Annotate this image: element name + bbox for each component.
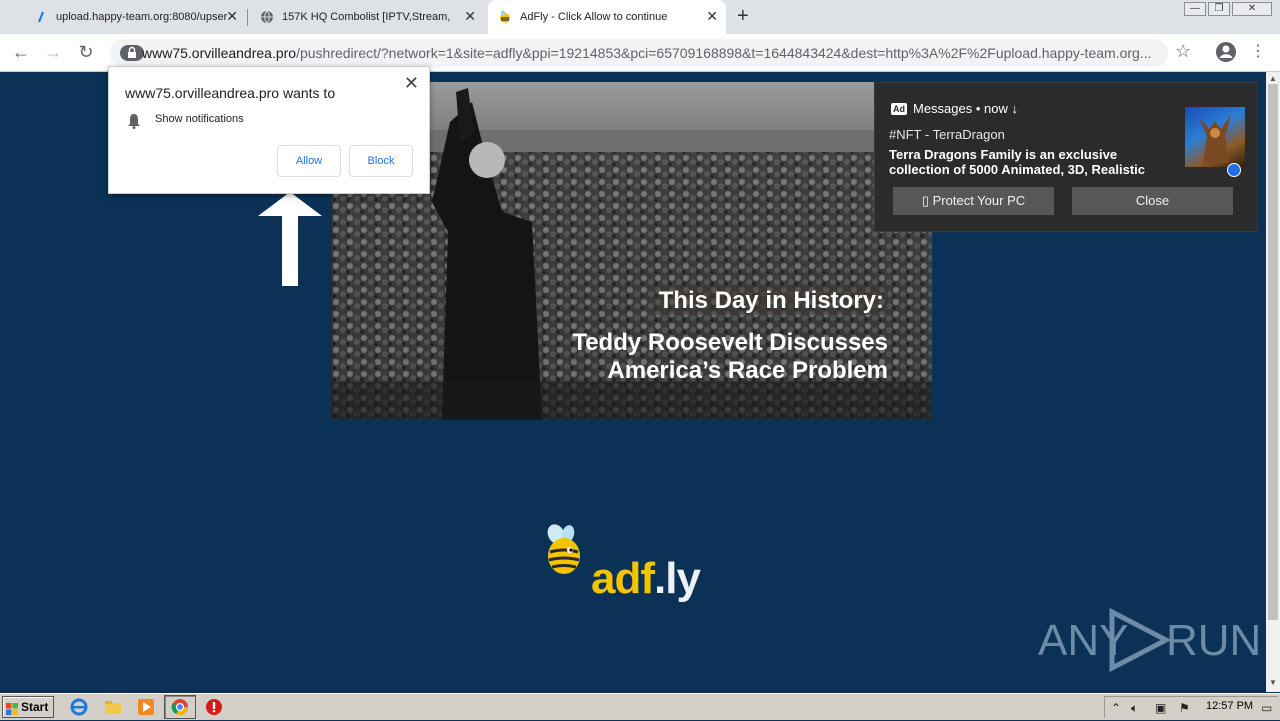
watermark-run: RUN (1166, 616, 1262, 665)
page-icon (34, 10, 48, 24)
tab-title: AdFly - Click Allow to continue (520, 11, 668, 23)
close-icon[interactable]: ✕ (226, 9, 238, 23)
url-text[interactable]: www75.orvilleandrea.pro/pushredirect/?ne… (142, 45, 1158, 61)
block-button[interactable]: Block (349, 145, 413, 177)
scroll-down-icon[interactable]: ▼ (1269, 678, 1277, 687)
chrome-icon (171, 698, 189, 716)
adfly-ad-text: adf (591, 554, 655, 603)
tab-title: upload.happy-team.org:8080/upser (56, 11, 228, 23)
bee-icon (547, 524, 580, 574)
tab-combolist[interactable]: 157K HQ Combolist [IPTV,Stream,Ga ✕ (250, 0, 484, 34)
start-label: Start (21, 700, 49, 714)
up-arrow-icon (258, 192, 322, 286)
adfly-wordmark: adf.ly (591, 554, 701, 604)
close-icon[interactable]: ✕ (464, 9, 476, 23)
start-button[interactable]: Start (2, 696, 54, 718)
notification-body: Terra Dragons Family is an exclusive col… (889, 147, 1145, 177)
adfly-fly-text: .ly (654, 554, 701, 603)
restore-button[interactable]: ❐ (1208, 2, 1230, 16)
tab-upload[interactable]: upload.happy-team.org:8080/upser ✕ (24, 0, 246, 34)
play-logo-icon (1108, 607, 1172, 683)
hero-headline-2: America’s Race Problem (607, 357, 888, 384)
tab-title: 157K HQ Combolist [IPTV,Stream,Ga (282, 11, 450, 23)
adfly-logo: adf.ly (540, 522, 730, 612)
scroll-up-icon[interactable]: ▲ (1269, 74, 1277, 83)
bell-icon (127, 113, 141, 129)
ad-notification[interactable]: Ad Messages • now ↓ #NFT - TerraDragon T… (874, 82, 1258, 232)
action-center-flag-icon[interactable]: ⚑ (1179, 702, 1190, 714)
reload-button[interactable]: ↻ (75, 42, 97, 64)
bookmark-star-icon[interactable]: ☆ (1175, 41, 1191, 61)
warning-app-icon[interactable] (205, 698, 223, 716)
scroll-thumb[interactable] (1268, 84, 1278, 620)
file-explorer-icon[interactable] (104, 698, 122, 716)
hero-caption: This Day in History: Teddy Roosevelt Dis… (572, 287, 888, 385)
hero-headline-1: Teddy Roosevelt Discusses (572, 329, 888, 356)
windows-taskbar: Start ⌃ 🔈︎ ▣ ⚑ ▭ 12:57 PM (0, 693, 1280, 720)
url-host: www75.orvilleandrea.pro (142, 45, 297, 61)
tab-divider (247, 9, 248, 26)
notification-header: Ad Messages • now ↓ (891, 101, 1018, 116)
profile-avatar-icon[interactable] (1216, 42, 1236, 62)
media-player-icon[interactable] (137, 698, 155, 716)
taskbar-clock[interactable]: 12:57 PM (1206, 700, 1253, 712)
show-hidden-icons-icon[interactable]: ⌃ (1111, 702, 1121, 714)
volume-icon[interactable]: 🔈︎ (1131, 702, 1138, 714)
globe-icon (260, 10, 274, 24)
window-close-button[interactable]: ✕ (1232, 2, 1272, 16)
page-scrollbar[interactable]: ▲ ▼ (1266, 72, 1280, 692)
lock-icon[interactable] (120, 45, 144, 61)
minimize-button[interactable]: — (1184, 2, 1206, 16)
permission-label: Show notifications (155, 113, 244, 125)
prompt-title: www75.orvilleandrea.pro wants to (125, 85, 336, 101)
new-tab-button[interactable]: + (737, 6, 749, 26)
tab-strip: upload.happy-team.org:8080/upser ✕ 157K … (0, 0, 1280, 34)
notification-permission-prompt: www75.orvilleandrea.pro wants to ✕ Show … (108, 66, 430, 194)
hero-title: This Day in History: (654, 287, 888, 315)
address-bar[interactable]: www75.orvilleandrea.pro/pushredirect/?ne… (110, 39, 1168, 67)
dragon-thumbnail (1185, 107, 1245, 167)
network-icon[interactable]: ▣ (1155, 702, 1166, 714)
url-path: /pushredirect/?network=1&site=adfly&ppi=… (296, 45, 1152, 61)
protect-pc-button[interactable]: ▯ Protect Your PC (893, 187, 1054, 215)
ad-badge: Ad (891, 102, 907, 115)
back-button[interactable]: ← (10, 42, 32, 64)
anyrun-watermark: ANY RUN (1038, 607, 1261, 673)
tab-adfly[interactable]: AdFly - Click Allow to continue ✕ (488, 0, 726, 34)
notification-source: Messages • now ↓ (913, 101, 1018, 116)
notification-close-button[interactable]: Close (1072, 187, 1233, 215)
show-desktop-icon[interactable]: ▭ (1261, 702, 1272, 714)
close-icon[interactable]: ✕ (706, 9, 718, 23)
chrome-badge-icon (1227, 163, 1241, 177)
windows-logo-icon (6, 701, 18, 715)
allow-button[interactable]: Allow (277, 145, 341, 177)
notification-subtitle: #NFT - TerraDragon (889, 127, 1005, 142)
adfly-bee-icon (498, 10, 512, 24)
internet-explorer-icon[interactable] (70, 698, 88, 716)
forward-button[interactable]: → (42, 42, 64, 64)
chrome-taskbar-button[interactable] (164, 695, 196, 719)
close-icon[interactable]: ✕ (404, 73, 419, 94)
menu-icon[interactable]: ⋮ (1250, 42, 1266, 62)
